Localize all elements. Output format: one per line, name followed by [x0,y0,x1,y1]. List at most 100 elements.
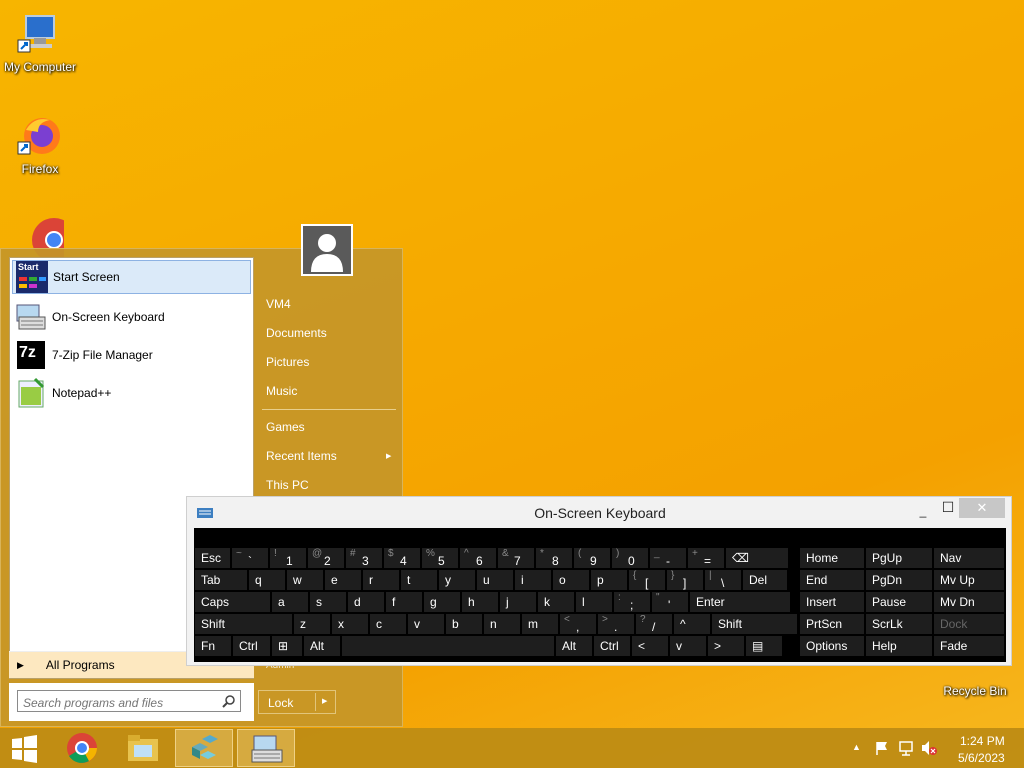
key-up-arrow[interactable]: ^ [674,614,710,634]
key-char[interactable]: f [386,592,422,612]
key-nav[interactable]: Nav [934,548,1004,568]
key-digit[interactable]: (9 [574,548,610,568]
tray-overflow-icon[interactable]: ▲ [852,742,861,752]
osk-titlebar[interactable]: On-Screen Keyboard _ ☐ ✕ [187,497,1011,527]
taskbar-start-menu-tool[interactable] [175,729,233,767]
desktop-icon-firefox[interactable]: Firefox [0,112,80,176]
key-windows[interactable]: ⊞ [272,636,302,656]
start-link-pictures[interactable]: Pictures [266,355,309,369]
key-del[interactable]: Del [743,570,787,590]
key-digit[interactable]: % 5 [422,548,458,568]
key-char[interactable]: c [370,614,406,634]
key-digit[interactable]: #3 [346,548,382,568]
key-char[interactable]: }] [667,570,703,590]
key-char[interactable]: q [249,570,285,590]
key-alt[interactable]: Alt [304,636,340,656]
taskbar-on-screen-keyboard[interactable] [237,729,295,767]
volume-muted-icon[interactable] [920,740,938,756]
key-char[interactable]: :; [614,592,650,612]
key-shift[interactable]: Shift [195,614,292,634]
key-char[interactable]: e [325,570,361,590]
key-shift[interactable]: Shift [712,614,797,634]
key-char[interactable]: r [363,570,399,590]
program-on-screen-keyboard[interactable]: On-Screen Keyboard [12,300,251,334]
key-menu[interactable]: ▤ [746,636,782,656]
key-dock[interactable]: Dock [934,614,1004,634]
search-icon[interactable] [222,694,236,708]
key-char[interactable]: p [591,570,627,590]
taskbar-file-explorer[interactable] [114,729,172,767]
start-button[interactable] [0,729,58,767]
key-mv-up[interactable]: Mv Up [934,570,1004,590]
key-pgup[interactable]: PgUp [866,548,932,568]
key-alt[interactable]: Alt [556,636,592,656]
key-char[interactable]: h [462,592,498,612]
key-char[interactable]: {[ [629,570,665,590]
key-digit[interactable]: + = [688,548,724,568]
key-insert[interactable]: Insert [800,592,864,612]
key-char[interactable]: l [576,592,612,612]
key-digit[interactable]: $4 [384,548,420,568]
clock-time[interactable]: 1:24 PM [960,734,1005,748]
key-char[interactable]: z [294,614,330,634]
key-char[interactable]: d [348,592,384,612]
key-char[interactable]: s [310,592,346,612]
key-fn[interactable]: Fn [195,636,231,656]
key-digit[interactable]: _ - [650,548,686,568]
program-notepadpp[interactable]: Notepad++ [12,376,251,410]
key-options[interactable]: Options [800,636,864,656]
key-enter[interactable]: Enter [690,592,790,612]
search-input[interactable] [17,690,241,712]
key-help[interactable]: Help [866,636,932,656]
key-char[interactable]: a [272,592,308,612]
action-center-flag-icon[interactable] [874,740,890,756]
key-char[interactable]: j [500,592,536,612]
key-digit[interactable]: & 7 [498,548,534,568]
key-char[interactable]: m [522,614,558,634]
key-char[interactable]: t [401,570,437,590]
key-char[interactable]: >. [598,614,634,634]
key-scrlk[interactable]: ScrLk [866,614,932,634]
key-left-arrow[interactable]: < [632,636,668,656]
key-char[interactable]: i [515,570,551,590]
key-char[interactable]: y [439,570,475,590]
lock-button[interactable]: Lock ▶ [258,690,336,714]
key-home[interactable]: Home [800,548,864,568]
key-char[interactable]: v [408,614,444,634]
key-char[interactable]: ? / [636,614,672,634]
taskbar-chrome[interactable] [53,729,111,767]
key-digit[interactable]: ^ 6 [460,548,496,568]
program-start-screen[interactable]: Start Start Screen [12,260,251,294]
key-char[interactable]: n [484,614,520,634]
key-char[interactable]: | \ [705,570,741,590]
user-picture[interactable] [301,224,353,276]
key-char[interactable]: b [446,614,482,634]
key-pause[interactable]: Pause [866,592,932,612]
key-digit[interactable]: ~ ` [232,548,268,568]
key-ctrl[interactable]: Ctrl [594,636,630,656]
key-end[interactable]: End [800,570,864,590]
start-link-this-pc[interactable]: This PC [266,478,309,492]
key-digit[interactable]: * 8 [536,548,572,568]
start-link-music[interactable]: Music [266,384,297,398]
key-char[interactable]: w [287,570,323,590]
key-digit[interactable]: ! 1 [270,548,306,568]
start-link-games[interactable]: Games [266,420,305,434]
desktop-icon-my-computer[interactable]: My Computer [0,10,80,74]
key-pgdn[interactable]: PgDn [866,570,932,590]
key-digit[interactable]: @2 [308,548,344,568]
clock-date[interactable]: 5/6/2023 [958,751,1005,765]
key-mv-dn[interactable]: Mv Dn [934,592,1004,612]
start-link-recent-items[interactable]: Recent Items [266,449,337,463]
key-backspace[interactable]: ⌫ [726,548,788,568]
start-link-documents[interactable]: Documents [266,326,327,340]
lock-options-arrow-icon[interactable]: ▶ [322,697,327,705]
key-right-arrow[interactable]: > [708,636,744,656]
key-char[interactable]: g [424,592,460,612]
key-ctrl[interactable]: Ctrl [233,636,270,656]
key-space[interactable] [342,636,554,656]
key-char[interactable]: k [538,592,574,612]
key-fade[interactable]: Fade [934,636,1004,656]
key-caps[interactable]: Caps [195,592,270,612]
key-char[interactable]: o [553,570,589,590]
